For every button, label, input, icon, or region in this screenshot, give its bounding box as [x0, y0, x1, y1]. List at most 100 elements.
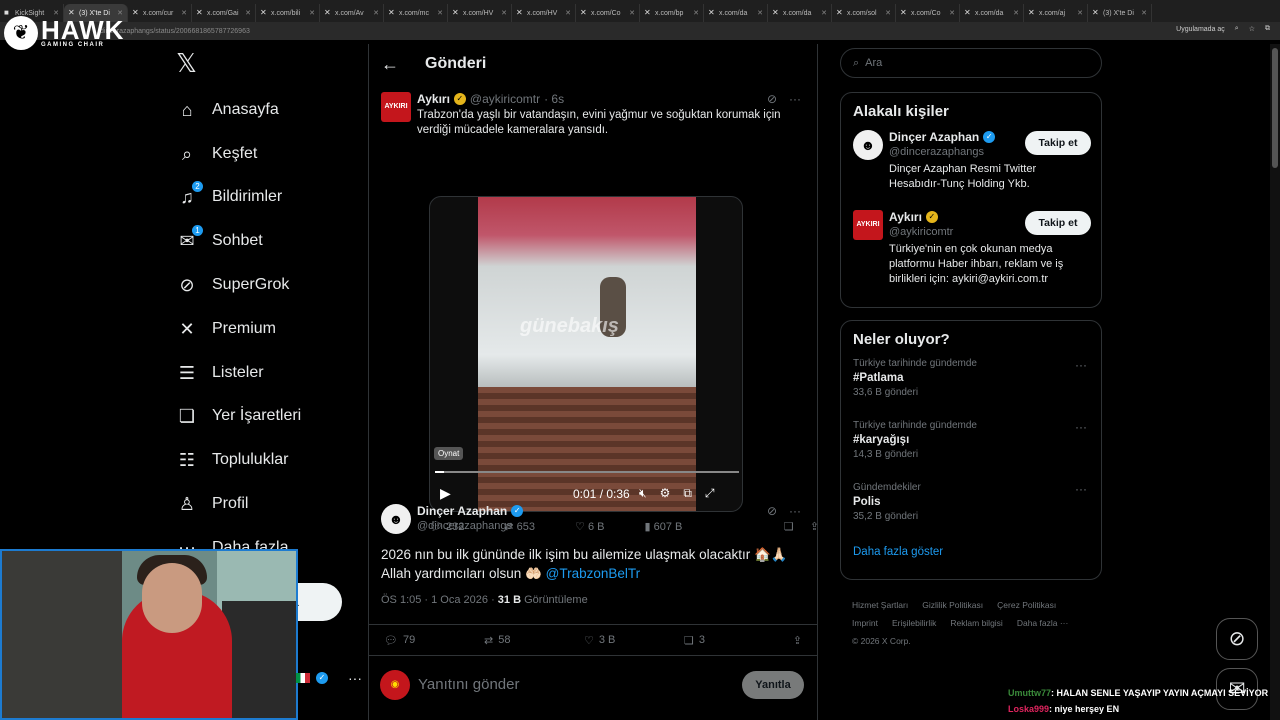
close-tab-icon[interactable]: ✕: [1141, 9, 1147, 17]
nav-item[interactable]: ❏ Yer İşaretleri: [170, 395, 360, 439]
related-person[interactable]: ☻ Dinçer Azaphan ✓ @dincerazaphangs Dinçe…: [841, 130, 1101, 210]
browser-tab[interactable]: ✕ x.com/Co ✕: [576, 4, 640, 22]
aykiri-avatar[interactable]: AYKIRI: [853, 210, 883, 240]
close-tab-icon[interactable]: ✕: [181, 9, 187, 17]
open-in-app-button[interactable]: Uygulamada aç: [1176, 26, 1225, 33]
more-icon[interactable]: ···: [1075, 358, 1087, 372]
grok-icon[interactable]: ⊘: [767, 92, 777, 106]
scrollbar[interactable]: [1270, 44, 1280, 720]
address-bar[interactable]: dincerazaphangs/status/20066818657877269…: [0, 22, 1280, 40]
browser-tab[interactable]: ✕ x.com/da ✕: [960, 4, 1024, 22]
close-tab-icon[interactable]: ✕: [693, 9, 699, 17]
x-logo-icon[interactable]: 𝕏: [176, 48, 210, 88]
show-more-link[interactable]: Daha fazla göster: [841, 544, 1101, 570]
my-avatar[interactable]: ◉: [380, 670, 410, 700]
follow-button[interactable]: Takip et: [1025, 211, 1091, 235]
grok-fab-icon[interactable]: ⊘: [1216, 618, 1258, 660]
quoted-time[interactable]: · 6s: [544, 92, 564, 106]
browser-tab[interactable]: ✕ x.com/da ✕: [704, 4, 768, 22]
trend-item[interactable]: Türkiye tarihinde gündemde #Patlama 33,6 B…: [841, 358, 1101, 420]
fullscreen-icon[interactable]: ⤢: [705, 486, 715, 501]
browser-tab[interactable]: ✕ x.com/mc ✕: [384, 4, 448, 22]
browser-tab[interactable]: ✕ x.com/aj ✕: [1024, 4, 1088, 22]
mention-link[interactable]: @TrabzonBelTr: [546, 566, 640, 581]
more-icon[interactable]: ···: [348, 670, 362, 686]
like-action[interactable]: ♡ 3 B: [584, 634, 684, 647]
browser-tab[interactable]: ✕ x.com/Av ✕: [320, 4, 384, 22]
footer-link[interactable]: Çerez Politikası: [997, 600, 1056, 610]
nav-item[interactable]: ⌂ Anasayfa: [170, 88, 360, 132]
nav-item[interactable]: ☷ Topluluklar: [170, 438, 360, 482]
related-person-name[interactable]: Aykırı ✓: [889, 210, 938, 224]
search-box[interactable]: ⌕ Ara: [840, 48, 1102, 78]
nav-item[interactable]: ♫ 2 Bildirimler: [170, 176, 360, 220]
browser-tab[interactable]: ✕ x.com/bili ✕: [256, 4, 320, 22]
footer-link[interactable]: Imprint: [852, 618, 878, 628]
browser-tab[interactable]: ✕ (3) X'te Di ✕: [1088, 4, 1152, 22]
bookmark-action[interactable]: ❏ 3: [684, 634, 784, 647]
play-icon[interactable]: ▶: [440, 485, 451, 502]
close-tab-icon[interactable]: ✕: [565, 9, 571, 17]
close-tab-icon[interactable]: ✕: [501, 9, 507, 17]
close-tab-icon[interactable]: ✕: [629, 9, 635, 17]
nav-item[interactable]: ⊘ SuperGrok: [170, 263, 360, 307]
browser-tab[interactable]: ✕ x.com/HV ✕: [512, 4, 576, 22]
grok-icon[interactable]: ⊘: [767, 504, 777, 518]
quoted-author-handle[interactable]: @aykiricomtr: [470, 92, 540, 106]
nav-item[interactable]: ♙ Profil: [170, 482, 360, 526]
pip-icon[interactable]: ⧉: [683, 486, 692, 501]
share-icon[interactable]: ⇪: [810, 520, 819, 533]
footer-link[interactable]: Daha fazla ···: [1017, 618, 1069, 628]
mute-icon[interactable]: 🔇︎: [639, 486, 647, 501]
close-tab-icon[interactable]: ✕: [373, 9, 379, 17]
like-count[interactable]: ♡ 6 B: [575, 520, 604, 533]
nav-item[interactable]: ✉ 1 Sohbet: [170, 219, 360, 263]
nav-item[interactable]: ☰ Listeler: [170, 351, 360, 395]
retweet-action[interactable]: ⇄ 58: [484, 634, 584, 647]
close-tab-icon[interactable]: ✕: [821, 9, 827, 17]
close-tab-icon[interactable]: ✕: [309, 9, 315, 17]
more-icon[interactable]: ···: [1075, 420, 1087, 434]
close-tab-icon[interactable]: ✕: [1077, 9, 1083, 17]
main-author-name[interactable]: Dinçer Azaphan: [417, 504, 507, 518]
browser-tab[interactable]: ✕ x.com/sol ✕: [832, 4, 896, 22]
scrollbar-thumb[interactable]: [1272, 48, 1278, 168]
trend-item[interactable]: Gündemdekiler Polis 35,2 B gönderi ···: [841, 482, 1101, 544]
related-person[interactable]: AYKIRI Aykırı ✓ @aykiricomtr Türkiye'nin …: [841, 210, 1101, 300]
footer-link[interactable]: Hizmet Şartları: [852, 600, 908, 610]
video-player[interactable]: günebakış Oynat ▶ 0:01 / 0:36 🔇︎ ⚙ ⧉ ⤢: [429, 196, 743, 512]
close-tab-icon[interactable]: ✕: [245, 9, 251, 17]
video-progress-bar[interactable]: [435, 471, 739, 473]
search-input[interactable]: Ara: [865, 57, 882, 69]
close-tab-icon[interactable]: ✕: [757, 9, 763, 17]
close-tab-icon[interactable]: ✕: [949, 9, 955, 17]
main-author-handle[interactable]: @dincerazaphangs: [417, 520, 512, 532]
close-tab-icon[interactable]: ✕: [1013, 9, 1019, 17]
close-tab-icon[interactable]: ✕: [885, 9, 891, 17]
browser-tab[interactable]: ✕ x.com/Gai ✕: [192, 4, 256, 22]
trend-item[interactable]: Türkiye tarihinde gündemde #karyağışı 14,3…: [841, 420, 1101, 482]
more-icon[interactable]: ···: [789, 92, 801, 106]
browser-tab[interactable]: ✕ x.com/bp ✕: [640, 4, 704, 22]
reply-input[interactable]: Yanıtını gönder: [418, 676, 519, 693]
nav-item[interactable]: ✕ Premium: [170, 307, 360, 351]
dincer-avatar[interactable]: ☻: [381, 504, 411, 534]
back-arrow-icon[interactable]: ←: [381, 54, 399, 75]
footer-link[interactable]: Erişilebilirlik: [892, 618, 936, 628]
account-switcher[interactable]: ✓ ···: [296, 670, 362, 686]
more-icon[interactable]: ···: [1075, 482, 1087, 496]
settings-icon[interactable]: ⚙: [660, 486, 671, 501]
browser-tab[interactable]: ✕ x.com/da ✕: [768, 4, 832, 22]
bookmark-icon[interactable]: ❏: [784, 520, 794, 533]
browser-tab[interactable]: ✕ x.com/cur ✕: [128, 4, 192, 22]
reply-button[interactable]: Yanıtla: [742, 671, 804, 699]
share-icon[interactable]: ⇪: [793, 634, 802, 647]
close-tab-icon[interactable]: ✕: [437, 9, 443, 17]
view-count[interactable]: ▮ 607 B: [644, 520, 682, 533]
tweet-time[interactable]: ÖS 1:05 · 1 Oca 2026 ·: [381, 594, 498, 606]
footer-link[interactable]: Reklam bilgisi: [950, 618, 1002, 628]
aykiri-avatar[interactable]: AYKIRI: [381, 92, 411, 122]
quoted-author-name[interactable]: Aykırı: [417, 92, 450, 106]
related-person-name[interactable]: Dinçer Azaphan ✓: [889, 130, 996, 144]
extensions-icon[interactable]: ⧉: [1265, 25, 1270, 33]
